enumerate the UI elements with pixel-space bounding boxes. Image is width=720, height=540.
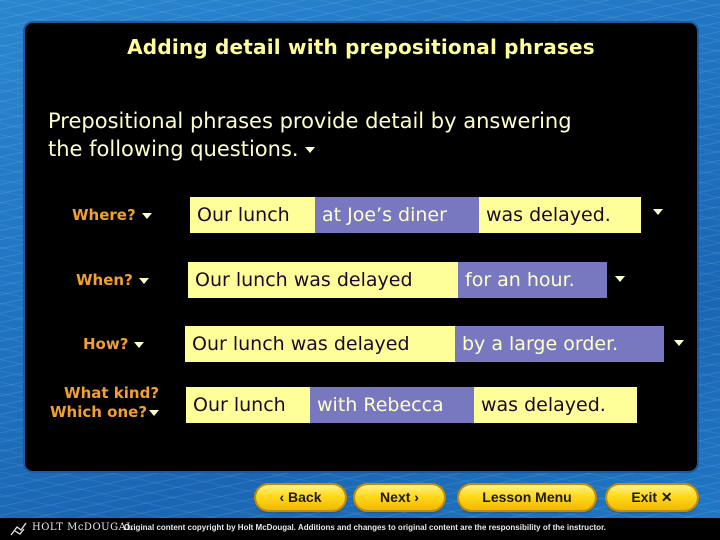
- animation-arrow-icon[interactable]: [134, 341, 145, 348]
- sentence-segment: Our lunch: [190, 197, 315, 233]
- animation-arrow-icon[interactable]: [138, 277, 149, 284]
- question-label: Where?: [72, 206, 136, 224]
- intro-text: Prepositional phrases provide detail by …: [48, 107, 668, 163]
- question-label: What kind?: [64, 384, 160, 402]
- sentence-segment: Our lunch: [186, 387, 310, 423]
- slide-title: Adding detail with prepositional phrases: [127, 35, 595, 59]
- example-row-when: Our lunch was delayed for an hour.: [188, 262, 607, 298]
- phrase-segment: for an hour.: [458, 262, 607, 298]
- example-row-what-kind: Our lunch with Rebecca was delayed.: [186, 387, 637, 423]
- copyright-notice: Original content copyright by Holt McDou…: [124, 523, 606, 532]
- intro-line-2: the following questions.: [48, 137, 299, 161]
- animation-arrow-icon[interactable]: [141, 212, 152, 219]
- question-where: Where?: [72, 206, 152, 225]
- holt-logo-icon: [10, 522, 27, 536]
- phrase-segment: at Joe’s diner: [315, 197, 479, 233]
- brand-name: HOLT McDOUGAL: [32, 522, 134, 533]
- lesson-menu-button[interactable]: Lesson Menu: [459, 485, 595, 510]
- footer-bar: HOLT McDOUGAL Original content copyright…: [0, 518, 720, 540]
- question-how: How?: [83, 335, 145, 354]
- question-label: How?: [83, 335, 129, 353]
- phrase-segment: by a large order.: [455, 326, 664, 362]
- animation-arrow-icon[interactable]: [615, 276, 625, 282]
- question-what-kind: What kind? Which one?: [50, 384, 160, 422]
- sentence-segment: Our lunch was delayed: [188, 262, 458, 298]
- animation-arrow-icon[interactable]: [653, 209, 663, 215]
- example-row-how: Our lunch was delayed by a large order.: [185, 326, 664, 362]
- animation-arrow-icon[interactable]: [304, 147, 315, 153]
- back-button[interactable]: ‹ Back: [256, 485, 345, 510]
- exit-button[interactable]: Exit ✕: [607, 485, 697, 510]
- next-button[interactable]: Next ›: [355, 485, 444, 510]
- sentence-segment: was delayed.: [474, 387, 637, 423]
- sentence-segment: Our lunch was delayed: [185, 326, 455, 362]
- animation-arrow-icon[interactable]: [149, 409, 160, 416]
- question-when: When?: [76, 271, 149, 290]
- question-label: When?: [76, 271, 133, 289]
- sentence-segment: was delayed.: [479, 197, 641, 233]
- intro-line-1: Prepositional phrases provide detail by …: [48, 109, 572, 133]
- phrase-segment: with Rebecca: [310, 387, 474, 423]
- example-row-where: Our lunch at Joe’s diner was delayed.: [190, 197, 641, 233]
- question-label: Which one?: [50, 403, 148, 421]
- animation-arrow-icon[interactable]: [674, 340, 684, 346]
